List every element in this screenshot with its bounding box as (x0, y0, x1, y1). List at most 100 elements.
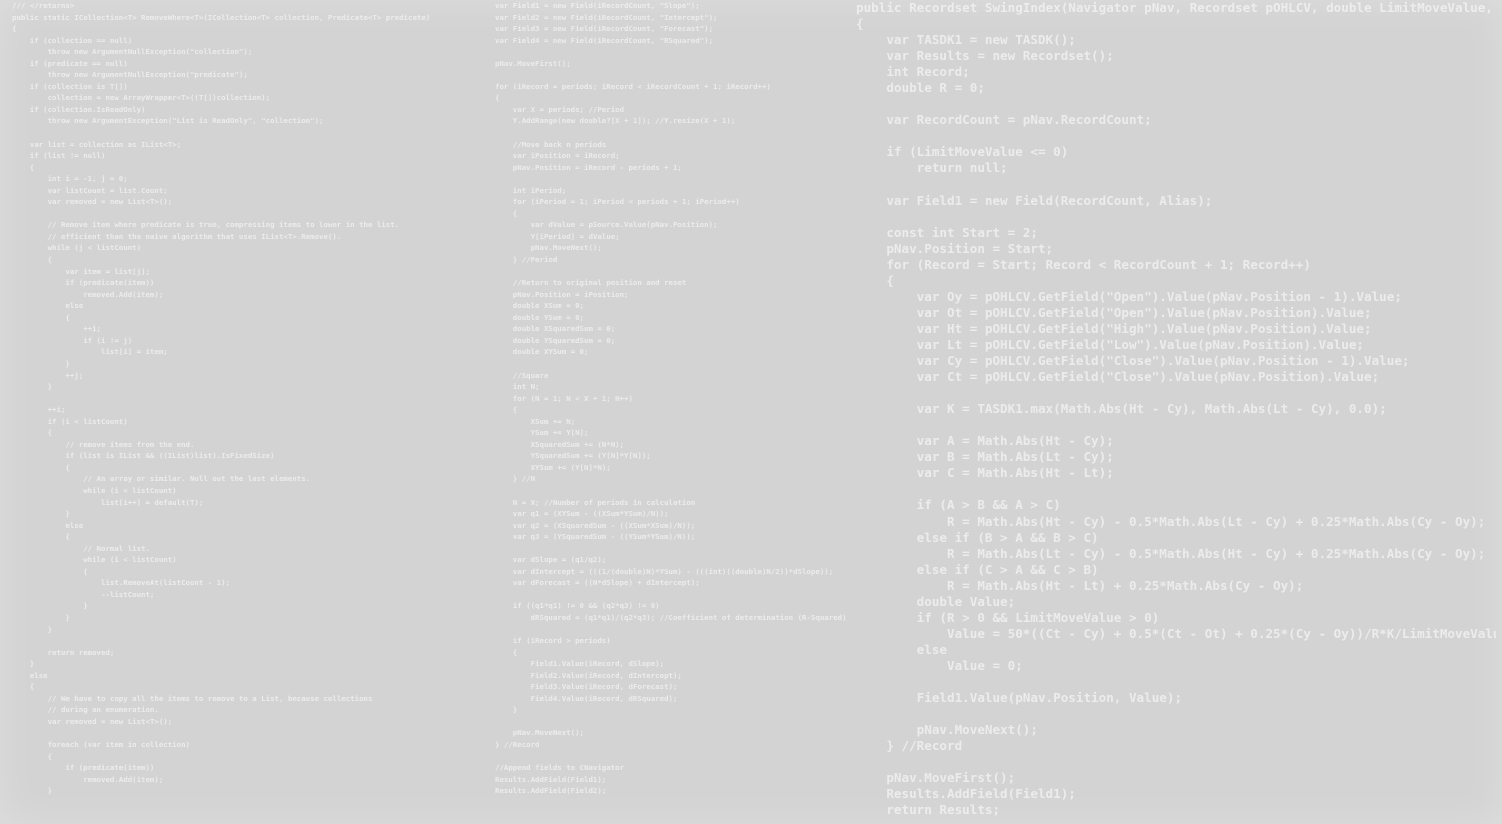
code-line: /// </returns> (12, 1, 75, 10)
code-line: //Move back n periods (495, 139, 607, 149)
code-line: { (495, 93, 500, 103)
code-line: var dSlope = (q1/q2); (495, 555, 607, 565)
code-line: var item = list[j]; (12, 266, 150, 276)
code-line: var B = Math.Abs(Lt - Cy); (856, 449, 1114, 465)
code-line: var listCount = list.Count; (12, 185, 168, 195)
code-line: pNav.Position = iPosition; (495, 289, 629, 299)
code-line: var C = Math.Abs(Ht - Lt); (856, 465, 1114, 481)
code-line: if (iRecord > periods) (495, 636, 611, 646)
code-line: double XSquaredSum = 0; (495, 324, 616, 334)
code-line: //Append fields to CNavigator (495, 763, 625, 773)
code-line: // remove items from the end. (12, 439, 195, 449)
code-line: var Ht = pOHLCV.GetField("High").Value(p… (856, 320, 1372, 336)
code-line: var TASDK1 = new TASDK(); (856, 32, 1076, 48)
code-line: ++j; (12, 370, 84, 380)
code-line: } //Record (856, 738, 963, 754)
code-line: pNav.Position = Start; (856, 240, 1054, 256)
code-line: throw new ArgumentNullException("predica… (12, 70, 248, 80)
code-line: for (iPeriod = 1; iPeriod < periods + 1;… (495, 197, 740, 207)
code-line: var Field3 = new Field(iRecordCount, "Fo… (495, 24, 714, 34)
code-line: return null; (856, 160, 1008, 176)
code-line: N = X; //Number of periods in calculatio… (495, 497, 696, 507)
code-line: { (12, 566, 88, 576)
code-line: if (collection.IsReadOnly) (12, 104, 146, 114)
code-line: if (i != j) (12, 335, 133, 345)
code-line: Value = 50*((Ct - Cy) + 0.5*(Ct - Ot) + … (856, 625, 1496, 641)
code-line: var dIntercept = (((1/(double)N)*YSum) -… (495, 566, 834, 576)
code-line: else (12, 301, 84, 311)
code-line: var dValue = pSource.Value(pNav.Position… (495, 220, 718, 230)
code-line: var iPosition = iRecord; (495, 151, 620, 161)
code-line: while (i < listCount) (12, 485, 177, 495)
code-line: pNav.MoveNext(); (495, 243, 602, 253)
code-line: for (iRecord = periods; iRecord < iRecor… (495, 81, 771, 91)
code-line: double R = 0; (856, 80, 985, 96)
code-line: Results.AddField(Field2); (495, 786, 607, 796)
code-line: var Lt = pOHLCV.GetField("Low").Value(pN… (856, 336, 1364, 352)
code-line: else (856, 641, 947, 657)
code-line: // Normal list. (12, 543, 150, 553)
code-line: if (list is IList && ((IList)list).IsFix… (12, 451, 275, 461)
code-line: pNav.MoveFirst(); (495, 58, 571, 68)
code-line: // efficient than the naive algorithm th… (12, 231, 342, 241)
code-line: YSquaredSum += (Y[N]*Y[N]); (495, 451, 651, 461)
code-line: for (N = 1; N < X + 1; N++) (495, 393, 633, 403)
code-line: R = Math.Abs(Ht - Lt) + 0.25*Math.Abs(Cy… (856, 577, 1304, 593)
code-line: XSquaredSum += (N*N); (495, 439, 625, 449)
code-line: var Field1 = new Field(RecordCount, Alia… (856, 192, 1213, 208)
code-line: if (predicate(item)) (12, 278, 155, 288)
code-line: ++i; (12, 405, 66, 415)
code-line: var removed = new List<T>(); (12, 716, 173, 726)
code-column-right: public Recordset SwingIndex(Navigator pN… (856, 0, 1496, 824)
code-line: var X = periods; //Period (495, 104, 625, 114)
code-line: list.RemoveAt(listCount - 1); (12, 578, 231, 588)
code-line: } (12, 509, 70, 519)
code-line: //Return to original position and reset (495, 278, 687, 288)
code-line: double XYSum = 0; (495, 347, 589, 357)
code-line: } (12, 612, 70, 622)
code-line: --listCount; (12, 589, 155, 599)
code-line: { (12, 428, 53, 438)
code-line: var q1 = (XYSum - ((XSum*YSum)/N)); (495, 509, 669, 519)
code-line: const int Start = 2; (856, 224, 1038, 240)
code-line: Results.AddField(Field1); (856, 786, 1076, 802)
code-line: var RecordCount = pNav.RecordCount; (856, 112, 1152, 128)
code-line: var A = Math.Abs(Ht - Cy); (856, 433, 1114, 449)
code-line: } (12, 358, 70, 368)
code-column-left: /// </returns> public static ICollection<… (12, 0, 482, 824)
code-line: throw new ArgumentException("List is Rea… (12, 116, 324, 126)
code-line: // We have to copy all the items to remo… (12, 693, 373, 703)
code-line: var Oy = pOHLCV.GetField("Open").Value(p… (856, 288, 1402, 304)
code-line: pNav.MoveNext(); (856, 722, 1038, 738)
code-line: // during an enumeration. (12, 705, 159, 715)
code-line: double Value; (856, 593, 1016, 609)
code-line: { (12, 312, 70, 322)
code-line: pNav.Position = iRecord - periods + 1; (495, 162, 682, 172)
code-line: public static ICollection<T> RemoveWhere… (12, 12, 431, 22)
code-line: { (856, 16, 864, 32)
code-line: var q3 = (YSquaredSum - ((YSum*YSum)/N))… (495, 532, 696, 542)
code-line: int iPeriod; (495, 185, 567, 195)
code-line: if (R > 0 && LimitMoveValue > 0) (856, 609, 1160, 625)
code-line: YSum += Y[N]; (495, 428, 589, 438)
code-line: { (495, 647, 518, 657)
code-line: Field3.Value(iRecord, dForecast); (495, 682, 678, 692)
code-line: var Ct = pOHLCV.GetField("Close").Value(… (856, 369, 1380, 385)
code-line: else if (B > A && B > C) (856, 529, 1099, 545)
code-line: if (i < listCount) (12, 416, 128, 426)
code-line: Results.AddField(Field1); (495, 774, 607, 784)
code-wallpaper: /// </returns> public static ICollection<… (0, 0, 1502, 824)
code-line: int i = -1, j = 0; (12, 174, 128, 184)
